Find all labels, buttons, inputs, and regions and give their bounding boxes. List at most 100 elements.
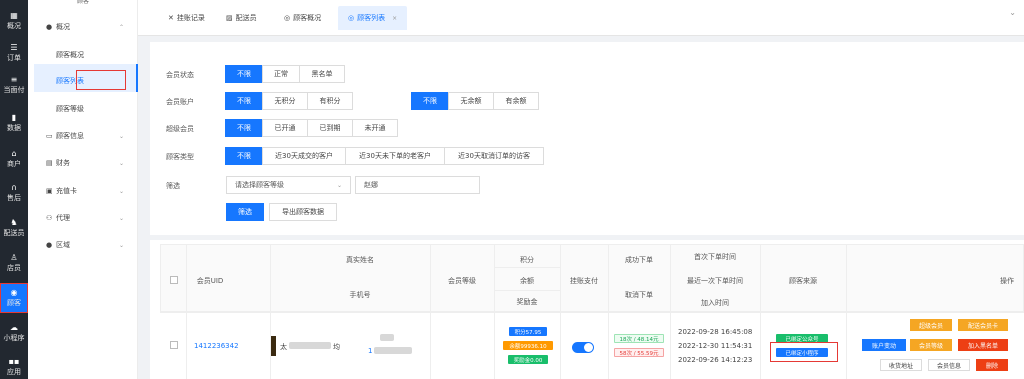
rail-item-miniapp[interactable]: ☁ 小程序 [0, 318, 28, 348]
filter-label-super: 超级会员 [166, 125, 194, 133]
header-source: 顾客来源 [789, 277, 817, 285]
filter-option[interactable]: 有余额 [493, 92, 539, 110]
rail-item-courier[interactable]: ♞ 配送员 [0, 213, 28, 243]
sub-sidebar: 顾客 ● 概况 ⌃ 顾客概况 顾客列表 顾客等级 ▭ 顾客信息 ⌄ ▤ 财务 ⌄ ▣ 充值卡 ⌄… [28, 0, 138, 379]
sidebar-group-region[interactable]: ● 区域 ⌄ [46, 240, 138, 250]
filter-option[interactable]: 近30天取消订单的访客 [444, 147, 544, 165]
sidebar-sub-overview[interactable]: 顾客概况 [56, 50, 84, 60]
sidebar-group-agent[interactable]: ⚇ 代理 ⌄ [46, 213, 138, 223]
rail-item-facepay[interactable]: ≡ 当面付 [0, 70, 28, 100]
select-all-checkbox[interactable] [170, 276, 178, 284]
rail-item-data[interactable]: ▮ 数据 [0, 108, 28, 138]
tab-customer-list[interactable]: ◎ 顾客列表 × [338, 6, 408, 30]
filter-option[interactable]: 未开通 [352, 119, 398, 137]
app-root: ▦ 概况 ☰ 订单 ≡ 当面付 ▮ 数据 ⌂ 商户 ∩ 售后 ♞ 配送员 ♙ 店员 ◉ 顾客 ☁ 小… [0, 0, 1024, 379]
level-select[interactable]: 请选择顾客等级 ⌄ [226, 176, 351, 194]
filter-label-screen: 筛选 [166, 182, 180, 190]
header-uid: 会员UID [196, 277, 224, 285]
filter-option[interactable]: 不限 [225, 65, 263, 83]
filter-option[interactable]: 无余额 [448, 92, 494, 110]
sidebar-title: 顾客 [76, 0, 89, 5]
filter-label-account: 会员账户 [166, 98, 194, 106]
row-divider [160, 312, 1024, 313]
redacted-name [289, 342, 331, 349]
header-success: 成功下单 [625, 256, 653, 264]
delete-button[interactable]: 删除 [976, 359, 1008, 371]
rail-item-customer[interactable]: ◉ 顾客 [0, 283, 28, 313]
filter-option[interactable]: 无积分 [262, 92, 308, 110]
sidebar-group-card[interactable]: ▣ 充值卡 ⌄ [46, 186, 138, 196]
tab-credit-records[interactable]: ✕ 挂账记录 [168, 6, 205, 30]
filter-option[interactable]: 黑名单 [299, 65, 345, 83]
sidebar-group-finance[interactable]: ▤ 财务 ⌄ [46, 158, 138, 168]
rail-item-apps[interactable]: ▪▪ 应用 [0, 352, 28, 379]
filter-option[interactable]: 已开通 [262, 119, 308, 137]
filter-option[interactable]: 正常 [262, 65, 300, 83]
filter-option[interactable]: 近30天成交的客户 [262, 147, 346, 165]
headset-icon: ∩ [11, 183, 17, 192]
filter-status-group: 不限 正常 黑名单 [225, 65, 345, 83]
redacted-phone [380, 334, 394, 341]
filter-option[interactable]: 有积分 [307, 92, 353, 110]
join-time: 2022-09-26 14:12:23 [678, 356, 753, 364]
tab-customer-overview[interactable]: ◎ 顾客概况 [284, 6, 321, 30]
customer-icon: ◉ [10, 288, 18, 297]
tab-courier[interactable]: ▨ 配送员 [226, 6, 257, 30]
rail-item-orders[interactable]: ☰ 订单 [0, 38, 28, 68]
tab-bar: ✕ 挂账记录 ▨ 配送员 ◎ 顾客概况 ◎ 顾客列表 × ⌄ [138, 0, 1024, 36]
header-balance: 余额 [520, 277, 534, 285]
filter-option[interactable]: 已到期 [307, 119, 353, 137]
export-button[interactable]: 导出顾客数据 [269, 203, 337, 221]
apps-icon: ▪▪ [8, 357, 20, 366]
super-member-button[interactable]: 超级会员 [910, 319, 952, 331]
member-info-button[interactable]: 会员信息 [928, 359, 970, 371]
chevron-down-icon: ⌄ [118, 132, 124, 140]
keyword-input[interactable]: 赵娜 [355, 176, 480, 194]
chevron-down-icon: ⌄ [118, 187, 124, 195]
rail-item-aftersale[interactable]: ∩ 售后 [0, 178, 28, 208]
chevron-down-icon[interactable]: ⌄ [1009, 8, 1016, 17]
dashboard-icon: ▦ [10, 11, 18, 20]
header-reward: 奖励金 [516, 298, 538, 306]
member-uid-link[interactable]: 1412236342 [194, 342, 239, 350]
rail-item-overview[interactable]: ▦ 概况 [0, 6, 28, 36]
member-phone[interactable]: 1 [368, 347, 372, 355]
filter-label-ctype: 顾客类型 [166, 153, 194, 161]
filter-option[interactable]: 不限 [225, 92, 263, 110]
filter-option[interactable]: 不限 [225, 119, 263, 137]
balance-badge: 余额99936.10 [503, 341, 553, 350]
header-last-order: 最近一次下单时间 [687, 277, 743, 285]
credit-pay-toggle[interactable] [572, 342, 594, 353]
member-name: 太 [280, 343, 287, 351]
row-divider [494, 267, 560, 268]
member-level-button[interactable]: 会员等级 [910, 339, 952, 351]
last-order-time: 2022-12-30 11:54:31 [678, 342, 753, 350]
filter-account-group: 不限 无积分 有积分 [225, 92, 353, 110]
courier-card-button[interactable]: 配送会员卡 [958, 319, 1008, 331]
header-points: 积分 [520, 256, 534, 264]
avatar [271, 336, 276, 356]
address-button[interactable]: 收货地址 [880, 359, 922, 371]
row-checkbox[interactable] [170, 341, 178, 349]
filter-button[interactable]: 筛选 [226, 203, 264, 221]
sidebar-group-info[interactable]: ▭ 顾客信息 ⌄ [46, 131, 138, 141]
miniapp-icon: ☁ [10, 323, 18, 332]
header-join-time: 加入时间 [701, 299, 729, 307]
filter-option[interactable]: 不限 [225, 147, 263, 165]
circle-icon: ◎ [284, 14, 291, 22]
rail-item-staff[interactable]: ♙ 店员 [0, 248, 28, 278]
first-order-time: 2022-09-28 16:45:08 [678, 328, 753, 336]
chart-icon: ▮ [11, 113, 17, 122]
filter-option[interactable]: 近30天未下单的老客户 [345, 147, 445, 165]
courier-icon: ♞ [10, 218, 18, 227]
filter-super-group: 不限 已开通 已到期 未开通 [225, 119, 398, 137]
sidebar-sub-levels[interactable]: 顾客等级 [56, 104, 84, 114]
blacklist-button[interactable]: 加入黑名单 [958, 339, 1008, 351]
row-divider [494, 290, 560, 291]
sidebar-group-overview[interactable]: ● 概况 ⌃ [46, 22, 138, 32]
rail-item-merchant[interactable]: ⌂ 商户 [0, 144, 28, 174]
account-change-button[interactable]: 账户变动 [862, 339, 906, 351]
close-icon[interactable]: × [392, 15, 397, 22]
main-nav-rail: ▦ 概况 ☰ 订单 ≡ 当面付 ▮ 数据 ⌂ 商户 ∩ 售后 ♞ 配送员 ♙ 店员 ◉ 顾客 ☁ 小… [0, 0, 28, 379]
filter-option[interactable]: 不限 [411, 92, 449, 110]
